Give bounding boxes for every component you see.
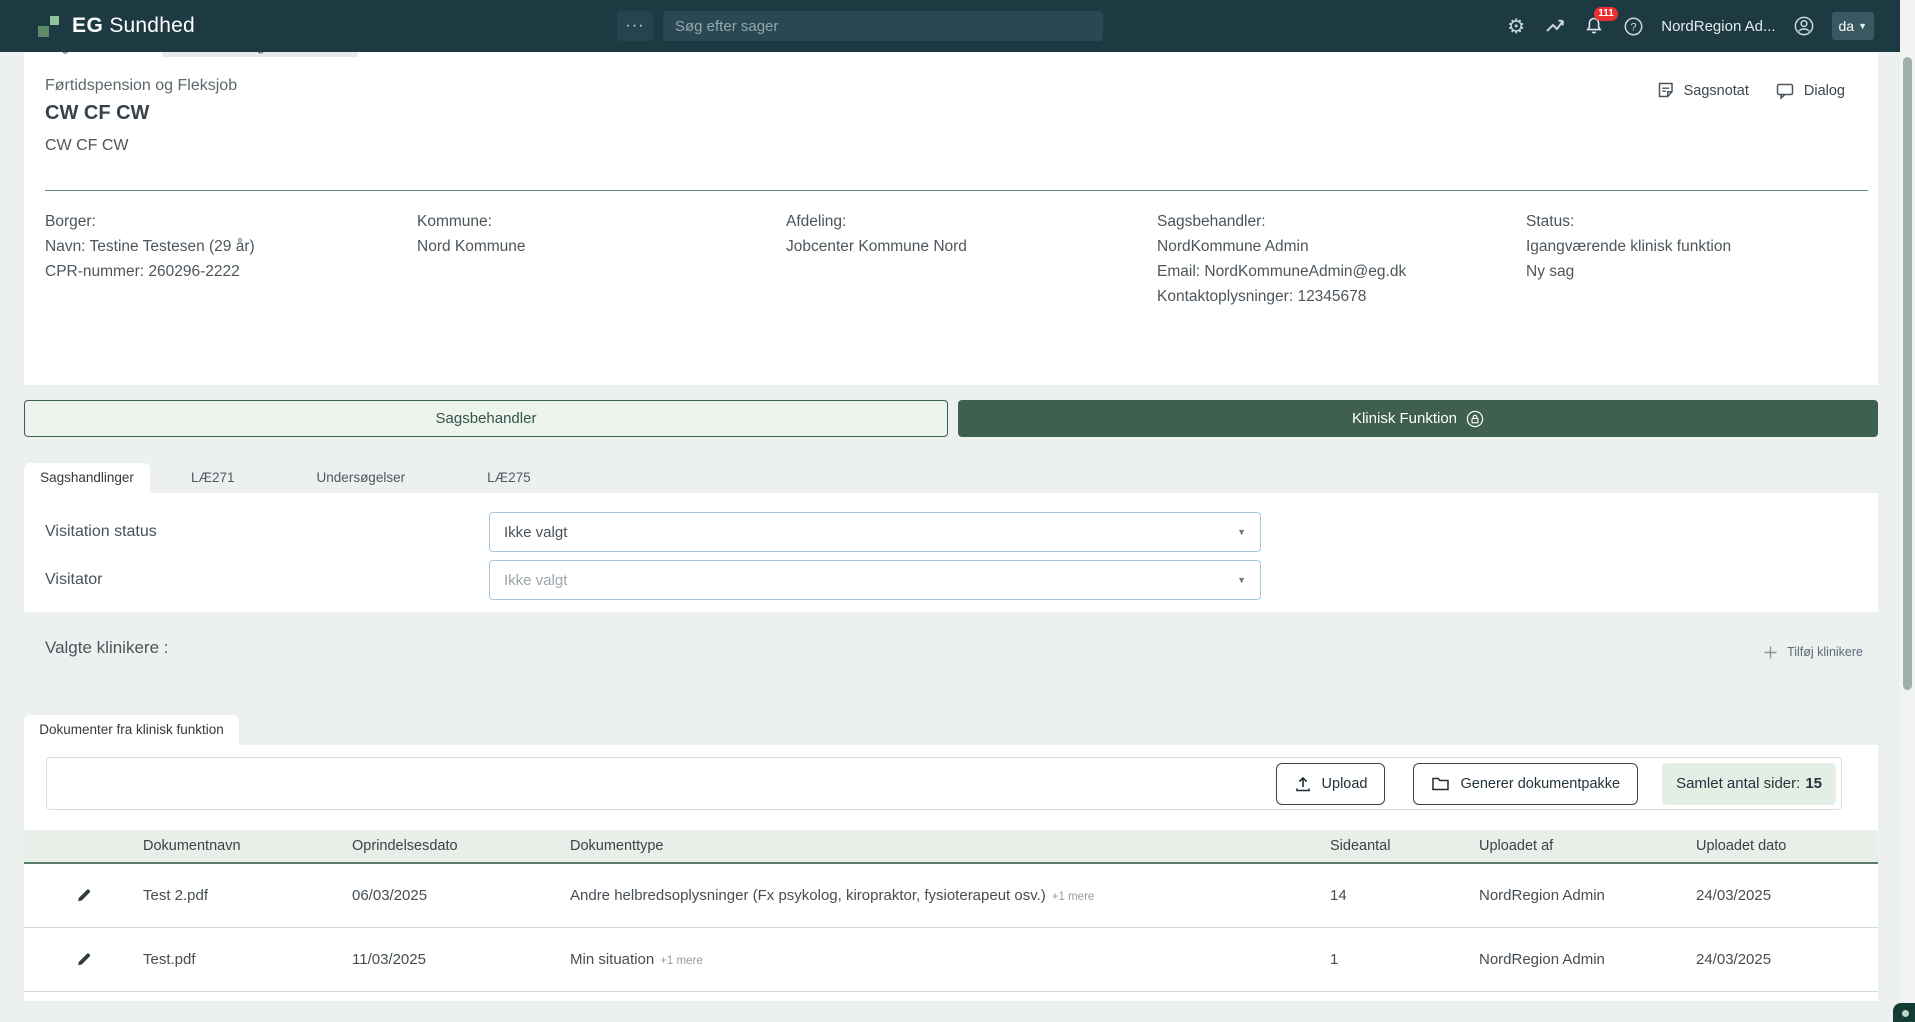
notifications-bell-icon[interactable]: 111 — [1583, 15, 1605, 37]
language-selector[interactable]: da▼ — [1832, 12, 1875, 40]
doc-origin-date: 06/03/2025 — [352, 863, 570, 927]
documents-panel: Upload Generer dokumentpakke Samlet anta… — [24, 745, 1878, 1001]
search-input[interactable] — [663, 11, 1103, 41]
visitation-status-select[interactable]: Ikke valgt ▼ — [489, 512, 1261, 552]
visitator-label: Visitator — [45, 560, 103, 600]
case-category: Førtidspension og Fleksjob — [45, 77, 237, 95]
settings-gear-icon[interactable]: ⚙ — [1505, 15, 1527, 37]
doc-pages: 1 — [1330, 927, 1479, 991]
info-status: Status: Igangværende klinisk funktion Ny… — [1526, 209, 1868, 309]
upload-icon — [1294, 775, 1312, 793]
table-row: Test 2.pdf 06/03/2025 Andre helbredsoply… — [24, 863, 1878, 927]
col-sideantal: Sideantal — [1330, 830, 1479, 863]
documents-table-header: Dokumentnavn Oprindelsesdato Dokumenttyp… — [24, 830, 1878, 863]
visitator-select[interactable]: Ikke valgt ▼ — [489, 560, 1261, 600]
add-clinicians-button[interactable]: Tilføj klinikere — [1764, 645, 1863, 659]
info-kommune: Kommune: Nord Kommune — [417, 209, 786, 309]
pencil-icon — [76, 951, 92, 967]
case-subtitle: CW CF CW — [45, 137, 129, 155]
visitation-status-label: Visitation status — [45, 512, 157, 552]
more-options-button[interactable]: ··· — [617, 11, 653, 41]
doc-origin-date: 11/03/2025 — [352, 927, 570, 991]
folder-icon — [1431, 775, 1450, 792]
corner-widget-button[interactable] — [1893, 1003, 1915, 1022]
note-icon — [1656, 81, 1675, 100]
more-types-tag[interactable]: +1 mere — [660, 955, 703, 967]
app-logo: EGSundhed — [38, 13, 195, 39]
divider — [45, 190, 1868, 191]
pencil-icon — [76, 887, 92, 903]
plus-icon — [1764, 646, 1777, 659]
scrollbar-thumb[interactable] — [1903, 57, 1912, 690]
documents-table: Dokumentnavn Oprindelsesdato Dokumenttyp… — [24, 830, 1878, 992]
tab-undersoegelser[interactable]: Undersøgelser — [276, 463, 447, 493]
visitation-form: Visitation status Ikke valgt ▼ Visitator… — [24, 493, 1878, 612]
table-row: Test.pdf 11/03/2025 Min situation+1 mere… — [24, 927, 1878, 991]
documents-toolbar: Upload Generer dokumentpakke Samlet anta… — [46, 757, 1842, 810]
role-toggle: Sagsbehandler Klinisk Funktion — [24, 400, 1878, 437]
doc-name: Test 2.pdf — [143, 863, 352, 927]
app-title: EGSundhed — [72, 14, 195, 38]
current-user-name[interactable]: NordRegion Ad... — [1661, 18, 1775, 35]
klinisk-funktion-button[interactable]: Klinisk Funktion — [958, 400, 1878, 437]
case-info-card: Førtidspension og Fleksjob CW CF CW CW C… — [24, 57, 1878, 385]
col-dokumentnavn: Dokumentnavn — [143, 830, 352, 863]
case-dialog-button[interactable]: Dialog — [1775, 81, 1845, 100]
account-avatar-icon[interactable] — [1793, 15, 1815, 37]
edit-column-header — [24, 830, 143, 863]
doc-uploaded-date: 24/03/2025 — [1696, 927, 1878, 991]
col-uploadet-af: Uploadet af — [1479, 830, 1696, 863]
lock-circle-icon — [1466, 410, 1484, 428]
section-tabs: Sagshandlinger LÆ271 Undersøgelser LÆ275 — [24, 463, 572, 493]
edit-document-button[interactable] — [72, 883, 96, 907]
trend-chart-icon[interactable] — [1544, 15, 1566, 37]
col-dokumenttype: Dokumenttype — [570, 830, 1330, 863]
case-info-grid: Borger: Navn: Testine Testesen (29 år) C… — [45, 209, 1868, 309]
case-note-button[interactable]: Sagsnotat — [1656, 81, 1749, 100]
valgte-klinikere-label: Valgte klinikere : — [45, 638, 168, 658]
chevron-down-icon: ▼ — [1858, 21, 1867, 31]
col-oprindelsesdato: Oprindelsesdato — [352, 830, 570, 863]
more-types-tag[interactable]: +1 mere — [1052, 891, 1095, 903]
help-icon[interactable]: ? — [1622, 15, 1644, 37]
tab-lae275[interactable]: LÆ275 — [446, 463, 572, 493]
doc-type: Andre helbredsoplysninger (Fx psykolog, … — [570, 863, 1330, 927]
info-borger: Borger: Navn: Testine Testesen (29 år) C… — [45, 209, 417, 309]
col-uploadet-dato: Uploadet dato — [1696, 830, 1878, 863]
notifications-count-badge: 111 — [1594, 7, 1618, 21]
chevron-down-icon: ▼ — [1237, 527, 1246, 537]
dialog-icon — [1775, 81, 1795, 100]
chevron-down-icon: ▼ — [1237, 575, 1246, 585]
doc-pages: 14 — [1330, 863, 1479, 927]
page-scrollbar — [1900, 0, 1915, 1022]
edit-document-button[interactable] — [72, 947, 96, 971]
tab-dokumenter-fra-klinisk-funktion[interactable]: Dokumenter fra klinisk funktion — [24, 715, 239, 745]
svg-text:?: ? — [1630, 21, 1636, 33]
generate-document-package-button[interactable]: Generer dokumentpakke — [1413, 763, 1638, 805]
doc-uploaded-by: NordRegion Admin — [1479, 863, 1696, 927]
upload-button[interactable]: Upload — [1276, 763, 1386, 805]
total-pages-badge: Samlet antal sider:15 — [1662, 763, 1836, 805]
tab-lae271[interactable]: LÆ271 — [150, 463, 276, 493]
doc-uploaded-date: 24/03/2025 — [1696, 863, 1878, 927]
app-header: EGSundhed ··· ⚙ 111 ? NordRegion Ad... d… — [0, 0, 1900, 52]
doc-type: Min situation+1 mere — [570, 927, 1330, 991]
case-title: CW CF CW — [45, 102, 149, 125]
info-afdeling: Afdeling: Jobcenter Kommune Nord — [786, 209, 1157, 309]
sagsbehandler-button[interactable]: Sagsbehandler — [24, 400, 948, 437]
doc-name: Test.pdf — [143, 927, 352, 991]
info-sagsbehandler: Sagsbehandler: NordKommune Admin Email: … — [1157, 209, 1526, 309]
tab-sagshandlinger[interactable]: Sagshandlinger — [24, 463, 150, 493]
eg-logo-icon — [38, 13, 62, 39]
doc-uploaded-by: NordRegion Admin — [1479, 927, 1696, 991]
